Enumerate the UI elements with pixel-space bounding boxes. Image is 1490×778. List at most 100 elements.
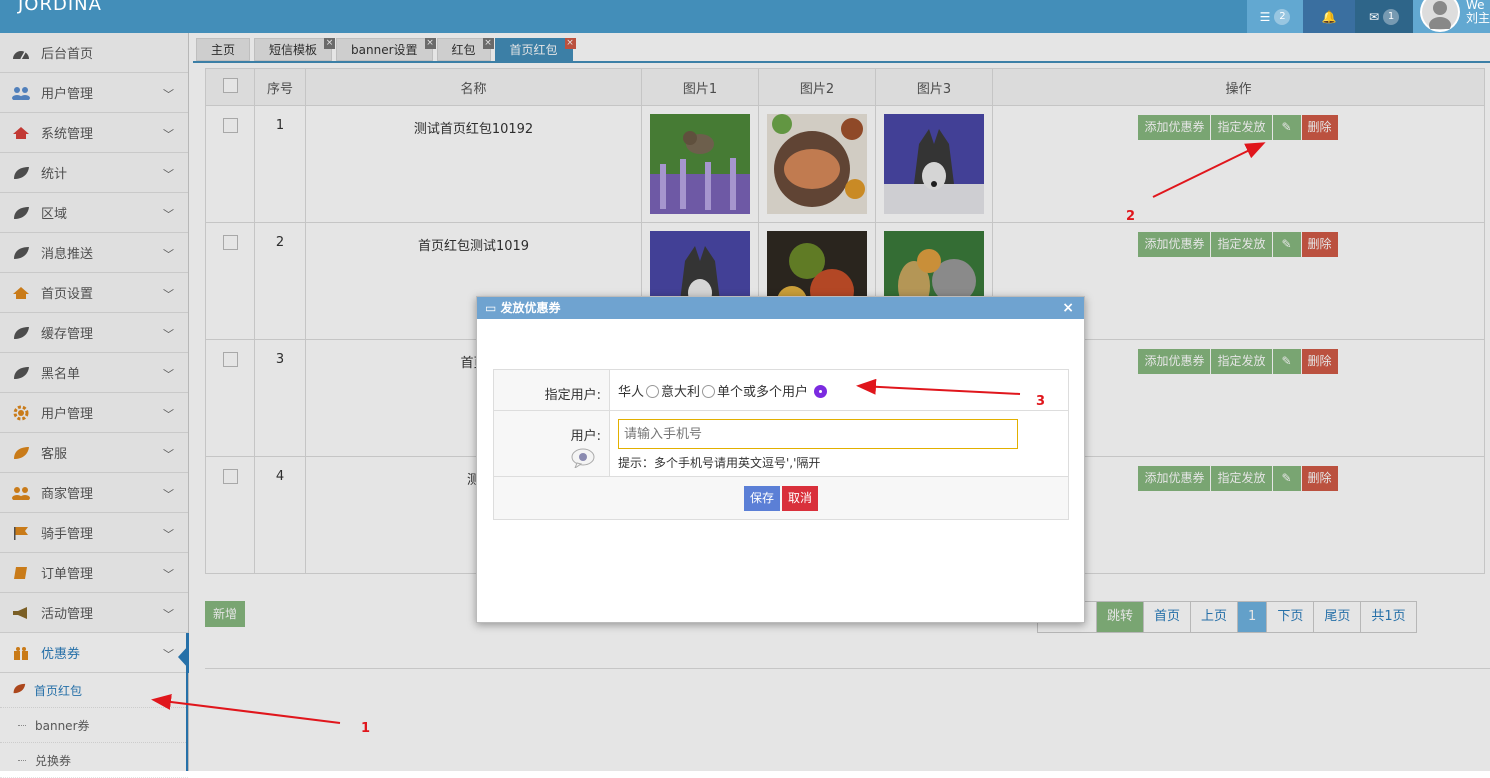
assign-button[interactable]: 指定发放 — [1211, 115, 1272, 140]
jump-button[interactable]: 跳转 — [1096, 601, 1145, 633]
annotation-label-1: 1 — [361, 721, 371, 736]
delete-button[interactable]: 删除 — [1301, 466, 1338, 491]
row-no: 1 — [254, 105, 306, 223]
image-cat-flowers[interactable] — [650, 114, 750, 214]
close-icon[interactable]: × — [424, 38, 436, 49]
window-icon: ▭ — [485, 301, 497, 315]
chevron-up-icon: ﹀ — [163, 648, 174, 661]
add-coupon-button[interactable]: 添加优惠券 — [1138, 466, 1211, 491]
sidebar: 后台首页 用户管理 ﹀ 系统管理 ﹀ 统计 ﹀ 区域 ﹀ 消息推送 ﹀ 首页设置… — [0, 33, 189, 778]
sidebar-item-user-management-2[interactable]: 用户管理 ﹀ — [0, 393, 188, 433]
tab-home[interactable]: 主页 — [196, 38, 251, 61]
sidebar-item-home-settings[interactable]: 首页设置 ﹀ — [0, 273, 188, 313]
chevron-down-icon: ﹀ — [163, 288, 174, 301]
sidebar-item-dashboard[interactable]: 后台首页 — [0, 33, 188, 73]
delete-button[interactable]: 删除 — [1301, 232, 1338, 257]
row-checkbox[interactable] — [222, 352, 238, 367]
option-chinese-label: 华人 — [618, 384, 645, 400]
first-page-button[interactable]: 首页 — [1143, 601, 1192, 633]
tab-red-packet[interactable]: 红包 × — [436, 38, 494, 61]
sidebar-item-orders[interactable]: 订单管理 ﹀ — [0, 553, 188, 593]
leaf-icon — [11, 365, 31, 381]
column-header-image2: 图片2 — [758, 68, 876, 106]
delete-button[interactable]: 删除 — [1301, 115, 1338, 140]
tab-sms-template[interactable]: 短信模板 × — [254, 38, 336, 61]
select-all-checkbox[interactable] — [222, 77, 238, 93]
image-food-platter[interactable] — [767, 114, 867, 214]
edit-icon[interactable]: ✎ — [1272, 349, 1301, 374]
sidebar-item-system[interactable]: 系统管理 ﹀ — [0, 113, 188, 153]
save-button[interactable]: 保存 — [743, 485, 780, 511]
sidebar-item-push[interactable]: 消息推送 ﹀ — [0, 233, 188, 273]
edit-icon[interactable]: ✎ — [1272, 115, 1301, 140]
user-label: 用户: — [570, 429, 601, 444]
add-coupon-button[interactable]: 添加优惠券 — [1138, 232, 1211, 257]
add-coupon-button[interactable]: 添加优惠券 — [1138, 349, 1211, 374]
user-menu[interactable]: We 刘主 — [1413, 0, 1490, 33]
chevron-down-icon: ﹀ — [163, 328, 174, 341]
assign-button[interactable]: 指定发放 — [1211, 349, 1272, 374]
sidebar-item-activity[interactable]: 活动管理 ﹀ — [0, 593, 188, 633]
sidebar-subitem-home-red-packet[interactable]: 首页红包 — [0, 673, 188, 708]
tab-home-red-packet[interactable]: 首页红包 × — [494, 38, 576, 61]
row-actions: 添加优惠券 指定发放 ✎ 删除 — [992, 115, 1484, 140]
tasks-button[interactable]: ☰ 2 — [1247, 0, 1303, 33]
chevron-down-icon: ﹀ — [163, 488, 174, 501]
bullhorn-icon — [11, 605, 31, 621]
radio-italy[interactable] — [702, 384, 716, 398]
row-no: 4 — [254, 456, 306, 574]
close-icon[interactable]: × — [564, 38, 576, 49]
current-page[interactable]: 1 — [1237, 601, 1268, 633]
radio-specific-users[interactable] — [814, 384, 828, 398]
envelope-icon: ✉ — [1368, 9, 1380, 24]
dialog-title: 发放优惠券 — [500, 301, 561, 315]
user-greeting: We — [1465, 0, 1485, 12]
row-checkbox[interactable] — [222, 469, 238, 484]
chevron-down-icon: ﹀ — [163, 368, 174, 381]
radio-chinese[interactable] — [646, 384, 660, 398]
next-page-button[interactable]: 下页 — [1266, 601, 1315, 633]
close-icon[interactable]: × — [324, 38, 336, 49]
edit-icon[interactable]: ✎ — [1272, 466, 1301, 491]
prev-page-button[interactable]: 上页 — [1190, 601, 1239, 633]
column-header-image3: 图片3 — [875, 68, 993, 106]
cancel-button[interactable]: 取消 — [782, 485, 819, 511]
home-icon — [11, 125, 31, 141]
sidebar-item-merchant[interactable]: 商家管理 ﹀ — [0, 473, 188, 513]
sidebar-item-statistics[interactable]: 统计 ﹀ — [0, 153, 188, 193]
chevron-down-icon: ﹀ — [163, 168, 174, 181]
leaf-icon — [11, 445, 31, 461]
sidebar-item-region[interactable]: 区域 ﹀ — [0, 193, 188, 233]
annotation-label-3: 3 — [1036, 394, 1046, 409]
users-icon — [11, 485, 31, 501]
sidebar-item-user-management[interactable]: 用户管理 ﹀ — [0, 73, 188, 113]
add-new-button[interactable]: 新增 — [205, 601, 245, 627]
close-icon[interactable]: × — [1062, 297, 1074, 319]
chevron-down-icon: ﹀ — [163, 448, 174, 461]
tasks-icon: ☰ — [1259, 9, 1271, 24]
last-page-button[interactable]: 尾页 — [1313, 601, 1362, 633]
add-coupon-button[interactable]: 添加优惠券 — [1138, 115, 1211, 140]
delete-button[interactable]: 删除 — [1301, 349, 1338, 374]
image-husky[interactable] — [884, 114, 984, 214]
sidebar-item-cache[interactable]: 缓存管理 ﹀ — [0, 313, 188, 353]
messages-button[interactable]: ✉ 1 — [1355, 0, 1413, 33]
notifications-button[interactable]: 🔔 — [1303, 0, 1355, 33]
sidebar-item-blacklist[interactable]: 黑名单 ﹀ — [0, 353, 188, 393]
column-header-no: 序号 — [254, 68, 306, 106]
phone-input[interactable] — [618, 419, 1018, 449]
pagination: 页码 跳转 首页 上页 1 下页 尾页 共1页 — [1037, 601, 1417, 633]
sidebar-subitem-banner-coupon[interactable]: banner券 — [0, 708, 188, 743]
close-icon[interactable]: × — [482, 38, 494, 49]
tab-banner-settings[interactable]: banner设置 × — [336, 38, 436, 61]
sidebar-item-coupons[interactable]: 优惠券 ﹀ — [0, 633, 189, 673]
row-checkbox[interactable] — [222, 118, 238, 133]
sidebar-item-rider[interactable]: 骑手管理 ﹀ — [0, 513, 188, 553]
edit-icon[interactable]: ✎ — [1272, 232, 1301, 257]
dashboard-icon — [11, 45, 31, 61]
assign-button[interactable]: 指定发放 — [1211, 466, 1272, 491]
sidebar-subitem-exchange-coupon[interactable]: 兑换券 — [0, 743, 188, 778]
row-checkbox[interactable] — [222, 235, 238, 250]
sidebar-item-customer-service[interactable]: 客服 ﹀ — [0, 433, 188, 473]
assign-button[interactable]: 指定发放 — [1211, 232, 1272, 257]
